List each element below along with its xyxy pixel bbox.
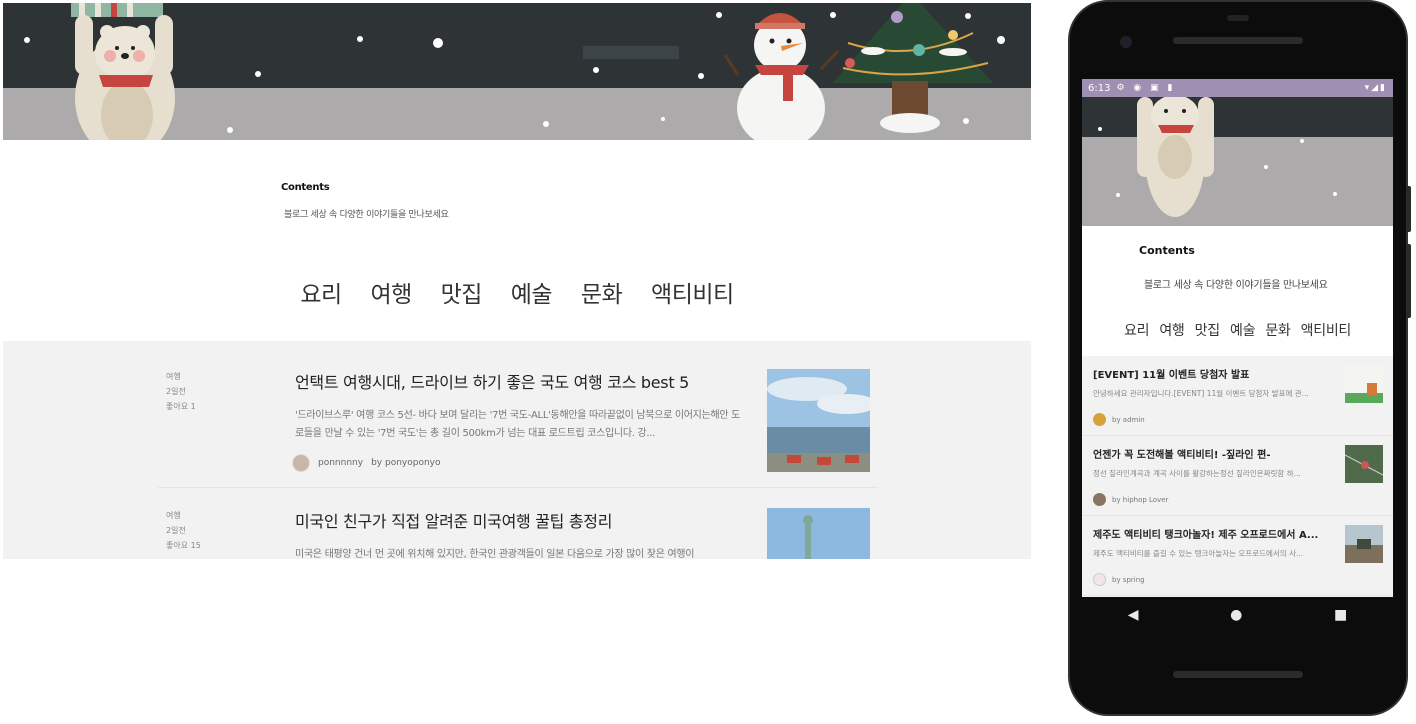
front-camera [1120, 36, 1132, 48]
author-byline: by ponyoponyo [371, 458, 441, 468]
volume-button[interactable] [1406, 244, 1411, 318]
post-title[interactable]: 미국인 친구가 직접 알려준 미국여행 꿀팁 총정리 [295, 508, 612, 532]
post-author: ponnnnny by ponyoponyo [292, 454, 441, 472]
m-post-thumbnail[interactable] [1345, 365, 1383, 403]
m-post-author: by hiphop Lover [1093, 493, 1168, 506]
status-time: 6:13 [1088, 82, 1111, 94]
mobile-category-nav: 요리 여행 맛집 예술 문화 액티비티 [1082, 320, 1393, 340]
m-post-thumbnail[interactable] [1345, 445, 1383, 483]
status-bar: 6:13 ⚙ ◉ ▣ ▮ ▾◢▮ [1082, 79, 1393, 97]
m-post-title[interactable]: 제주도 액티비티 탱크아놀자! 제주 오프로드에서 A... [1093, 526, 1333, 541]
m-category-culture[interactable]: 문화 [1265, 323, 1290, 339]
category-travel[interactable]: 여행 [370, 282, 412, 308]
signal-battery-icon: ▾◢▮ [1364, 83, 1387, 93]
post-excerpt: '드라이브스루' 여행 코스 5선- 바다 보며 달리는 '7번 국도-ALL'… [295, 410, 741, 439]
mobile-contents-subtitle: 블로그 세상 속 다양한 이야기들을 만나보세요 [1144, 280, 1328, 291]
author-avatar [1093, 573, 1106, 586]
category-art[interactable]: 예술 [511, 282, 553, 308]
mobile-post-item[interactable]: [EVENT] 11월 이벤트 당첨자 발표 안녕하세요 관리자입니다.[EVE… [1082, 356, 1393, 436]
home-icon[interactable]: ● [1230, 607, 1242, 623]
author-name: ponnnnny [318, 458, 364, 468]
post-meta: 여행 2일전 좋아요 15 [166, 508, 201, 553]
category-cooking[interactable]: 요리 [300, 282, 342, 308]
post-meta: 여행 2일전 좋아요 1 [166, 369, 196, 414]
m-post-title[interactable]: [EVENT] 11월 이벤트 당첨자 발표 [1093, 366, 1333, 381]
m-category-travel[interactable]: 여행 [1159, 323, 1184, 339]
m-post-title[interactable]: 언젠가 꼭 도전해볼 액티비티! -짚라인 편- [1093, 446, 1333, 461]
post-time: 2일전 [166, 526, 186, 535]
category-restaurants[interactable]: 맛집 [441, 282, 483, 308]
power-button[interactable] [1406, 186, 1411, 232]
m-author-byline: by admin [1112, 415, 1145, 424]
post-category: 여행 [166, 372, 181, 381]
earpiece [1227, 15, 1249, 21]
back-icon[interactable]: ◀ [1128, 607, 1139, 623]
m-post-excerpt: 제주도 액티비티를 즐길 수 있는 탱크아놀자는 오프로드에서의 사... [1093, 549, 1304, 558]
contents-title: Contents [281, 182, 330, 193]
post-likes: 좋아요 1 [166, 402, 196, 411]
post-excerpt: 미국은 태평양 건너 먼 곳에 위치해 있지만, 한국인 관광객들이 일본 다음… [295, 549, 695, 559]
m-post-author: by spring [1093, 573, 1145, 586]
recents-icon[interactable]: ■ [1334, 607, 1347, 623]
post-item[interactable]: 여행 2일전 좋아요 15 미국인 친구가 직접 알려준 미국여행 꿀팁 총정리… [158, 508, 878, 559]
mobile-post-list: [EVENT] 11월 이벤트 당첨자 발표 안녕하세요 관리자입니다.[EVE… [1082, 356, 1393, 597]
m-post-excerpt: 안녕하세요 관리자입니다.[EVENT] 11월 이벤트 당첨자 발표에 관..… [1093, 389, 1309, 398]
m-category-restaurants[interactable]: 맛집 [1195, 323, 1220, 339]
author-avatar [1093, 493, 1106, 506]
speaker-grille-top [1173, 37, 1303, 44]
category-activity[interactable]: 액티비티 [651, 282, 734, 308]
mobile-banner [1082, 97, 1393, 226]
android-nav-bar: ◀ ● ■ [1082, 597, 1393, 633]
holiday-banner [3, 3, 1031, 140]
mobile-post-item[interactable]: 언젠가 꼭 도전해볼 액티비티! -짚라인 편- 정선 짚라인계곡과 계곡 사이… [1082, 436, 1393, 516]
m-post-excerpt: 정선 짚라인계곡과 계곡 사이를 활강하는정선 짚라인은짜릿함 하... [1093, 469, 1301, 478]
m-author-byline: by spring [1112, 575, 1145, 584]
m-post-author: by admin [1093, 413, 1145, 426]
post-likes: 좋아요 15 [166, 541, 201, 550]
category-nav: 요리 여행 맛집 예술 문화 액티비티 [3, 275, 1031, 309]
m-category-activity[interactable]: 액티비티 [1301, 323, 1352, 339]
author-avatar [292, 454, 310, 472]
notification-icons: ⚙ ◉ ▣ ▮ [1116, 83, 1176, 93]
desktop-view: Contents 블로그 세상 속 다양한 이야기들을 만나보세요 요리 여행 … [3, 3, 1031, 559]
speaker-grille-bottom [1173, 671, 1303, 678]
m-category-cooking[interactable]: 요리 [1124, 323, 1149, 339]
post-thumbnail[interactable] [767, 369, 870, 472]
m-category-art[interactable]: 예술 [1230, 323, 1255, 339]
mobile-contents-title: Contents [1139, 244, 1195, 257]
post-time: 2일전 [166, 387, 186, 396]
post-category: 여행 [166, 511, 181, 520]
mobile-screen: 6:13 ⚙ ◉ ▣ ▮ ▾◢▮ Contents 블로그 세상 속 다양한 이… [1082, 79, 1393, 597]
contents-header: Contents 블로그 세상 속 다양한 이야기들을 만나보세요 [281, 182, 449, 220]
post-thumbnail[interactable] [767, 508, 870, 559]
author-avatar [1093, 413, 1106, 426]
post-title[interactable]: 언택트 여행시대, 드라이브 하기 좋은 국도 여행 코스 best 5 [295, 369, 689, 393]
mobile-post-item[interactable]: 제주도 액티비티 탱크아놀자! 제주 오프로드에서 A... 제주도 액티비티를… [1082, 516, 1393, 596]
m-post-thumbnail[interactable] [1345, 525, 1383, 563]
post-item[interactable]: 여행 2일전 좋아요 1 언택트 여행시대, 드라이브 하기 좋은 국도 여행 … [158, 369, 878, 479]
post-divider [158, 487, 878, 488]
category-culture[interactable]: 문화 [581, 282, 623, 308]
m-author-byline: by hiphop Lover [1112, 495, 1169, 504]
contents-subtitle: 블로그 세상 속 다양한 이야기들을 만나보세요 [284, 210, 449, 220]
